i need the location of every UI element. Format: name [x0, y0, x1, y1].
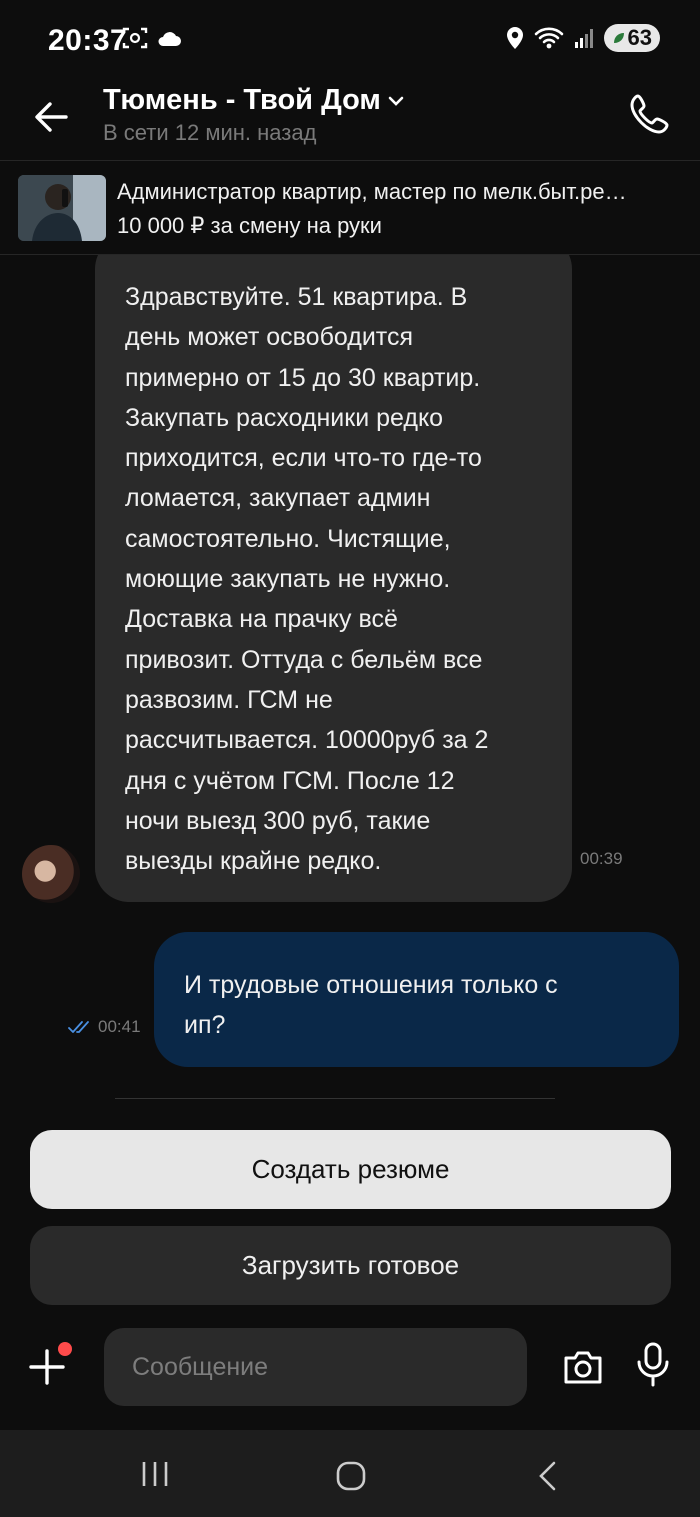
screenshot-icon — [122, 27, 148, 49]
battery-level: 63 — [627, 25, 652, 50]
incoming-message[interactable]: Здравствуйте. 51 квартира. В день может … — [95, 255, 572, 902]
battery-icon: 63 — [603, 24, 660, 52]
home-icon[interactable] — [335, 1460, 367, 1492]
status-time: 20:37 — [48, 24, 128, 57]
incoming-message-time: 00:39 — [580, 849, 623, 868]
location-icon — [506, 27, 523, 49]
outgoing-message-text: И трудовые отношения только с ип? — [184, 971, 558, 1039]
nav-back-icon[interactable] — [536, 1460, 558, 1492]
vacancy-thumbnail — [18, 175, 106, 241]
message-list[interactable]: Здравствуйте. 51 квартира. В день может … — [0, 255, 700, 1100]
recent-apps-icon[interactable] — [140, 1460, 170, 1488]
outgoing-message-time: 00:41 — [98, 1017, 141, 1036]
status-bar: 20:37 63 — [0, 0, 700, 84]
wifi-icon — [534, 27, 563, 49]
message-composer — [0, 1328, 700, 1408]
incoming-message-text: Здравствуйте. 51 квартира. В день может … — [125, 283, 489, 876]
cloud-icon — [158, 32, 181, 46]
camera-icon[interactable] — [562, 1346, 604, 1386]
upload-resume-button[interactable]: Загрузить готовое — [30, 1226, 671, 1305]
vacancy-salary: 10 000 ₽ за смену на руки — [117, 213, 382, 238]
sender-avatar[interactable] — [22, 845, 80, 903]
chat-header: Тюмень - Твой Дом В сети 12 мин. назад — [0, 84, 700, 160]
phone-icon[interactable] — [628, 92, 672, 136]
signal-icon — [574, 29, 593, 48]
notification-dot — [58, 1342, 72, 1356]
divider — [115, 1098, 555, 1099]
chat-title-button[interactable]: Тюмень - Твой Дом — [103, 84, 405, 117]
create-resume-button[interactable]: Создать резюме — [30, 1130, 671, 1209]
vacancy-title: Администратор квартир, мастер по мелк.бы… — [117, 179, 627, 204]
double-check-icon — [68, 1021, 89, 1033]
vacancy-banner[interactable]: Администратор квартир, мастер по мелк.бы… — [0, 160, 700, 255]
chevron-down-icon — [388, 96, 404, 106]
back-arrow-icon[interactable] — [30, 96, 72, 138]
chat-title: Тюмень - Твой Дом — [103, 84, 381, 116]
system-nav-bar — [0, 1430, 700, 1517]
outgoing-message-meta: 00:41 — [68, 1017, 141, 1037]
outgoing-message[interactable]: И трудовые отношения только с ип? — [154, 932, 679, 1067]
online-status: В сети 12 мин. назад — [103, 120, 317, 145]
message-input[interactable] — [104, 1328, 527, 1406]
microphone-icon[interactable] — [636, 1342, 670, 1388]
